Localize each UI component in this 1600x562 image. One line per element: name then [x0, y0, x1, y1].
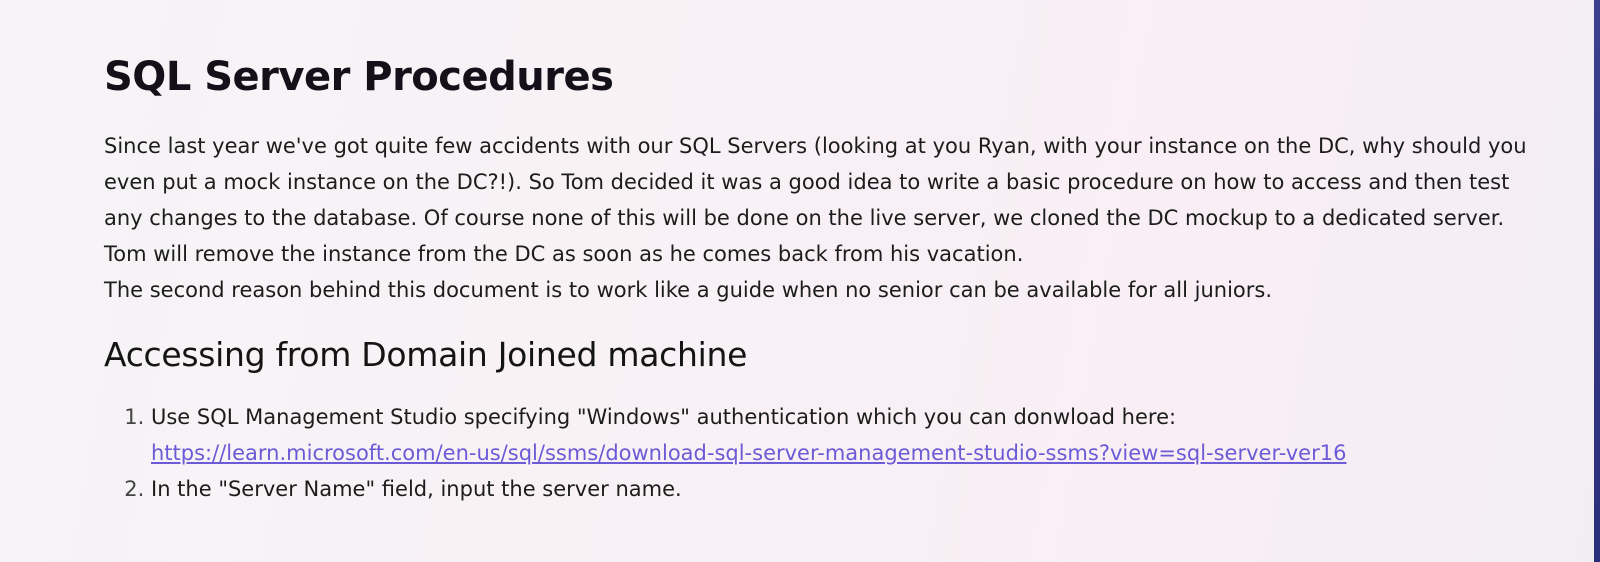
page-title: SQL Server Procedures	[104, 54, 614, 100]
window-edge	[1594, 0, 1600, 562]
vacation-note: Tom will remove the instance from the DC…	[104, 242, 1024, 266]
step-1-text: Use SQL Management Studio specifying "Wi…	[151, 405, 1177, 429]
list-item: In the "Server Name" field, input the se…	[151, 471, 1534, 507]
document-body: SQL Server Procedures Since last year we…	[104, 48, 1534, 507]
steps-list: Use SQL Management Studio specifying "Wi…	[104, 399, 1534, 507]
guide-reason-note: The second reason behind this document i…	[104, 278, 1273, 302]
section-heading: Accessing from Domain Joined machine	[104, 335, 748, 374]
intro-paragraph: Since last year we've got quite few acci…	[104, 134, 1527, 230]
step-2-text: In the "Server Name" field, input the se…	[151, 477, 682, 501]
list-item: Use SQL Management Studio specifying "Wi…	[151, 399, 1534, 471]
ssms-download-link[interactable]: https://learn.microsoft.com/en-us/sql/ss…	[151, 441, 1346, 465]
